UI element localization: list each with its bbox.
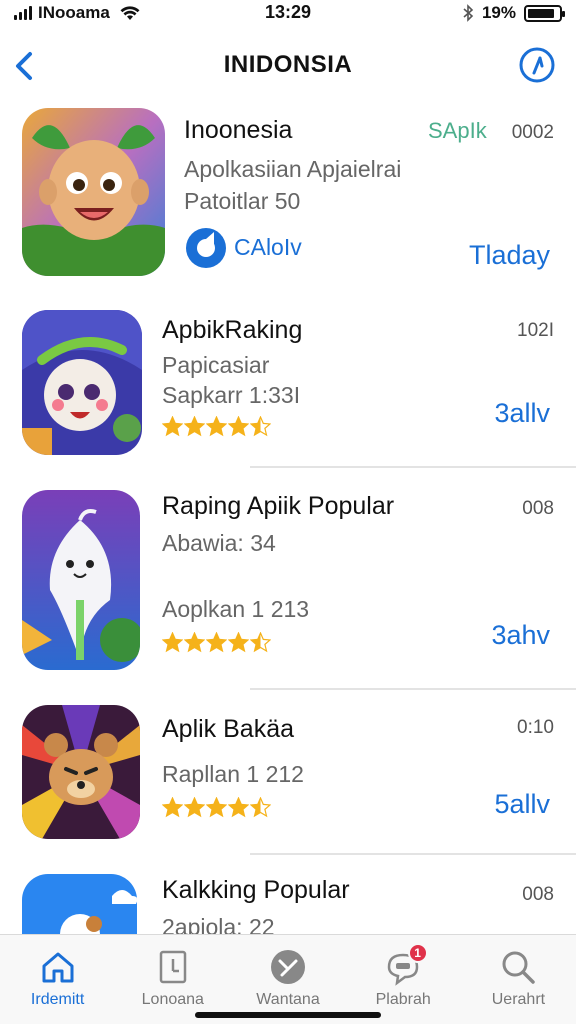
list-item[interactable]: Aplik Bakäa 0:10 Rapllan 1 212 5allv	[0, 705, 576, 840]
status-bar: INooama 13:29 19%	[0, 0, 576, 26]
get-button[interactable]: Tladay	[469, 240, 550, 271]
star-icon	[184, 797, 205, 818]
search-icon	[502, 951, 536, 984]
app-name: Raping Apiik Popular	[162, 492, 395, 520]
tab-updates[interactable]: 1 Plabrah	[346, 935, 461, 1024]
get-button[interactable]: 5allv	[494, 789, 550, 820]
updates-badge: 1	[407, 943, 428, 963]
tab-games[interactable]: Wantana	[230, 935, 345, 1024]
list-item[interactable]: Raping Apiik Popular 008 Abawia: 34 Aopl…	[0, 490, 576, 670]
featured-app-badge: SApIk	[428, 118, 487, 143]
developer-logo-icon	[186, 228, 226, 268]
star-icon	[250, 797, 271, 818]
app-icon[interactable]	[22, 310, 142, 455]
star-icon	[206, 632, 227, 653]
app-meta: Aoplkan 1 213	[162, 596, 310, 622]
developer-label[interactable]: CAloIv	[234, 234, 302, 261]
tab-label: Uerahrt	[491, 991, 546, 1008]
tab-label: Plabrah	[375, 991, 431, 1008]
cloud-mascot-icon	[22, 874, 137, 934]
app-count: 102I	[517, 320, 554, 341]
carrier-label: INooama	[38, 3, 110, 22]
tab-apps[interactable]: Lonoana	[115, 935, 230, 1024]
bear-mascot-icon	[22, 705, 140, 839]
app-subtitle: Abawia: 34	[162, 530, 276, 556]
app-meta: Sapkarr 1:33I	[162, 382, 301, 408]
divider	[250, 466, 576, 468]
status-right: 19%	[462, 3, 565, 23]
app-subtitle: 2apiola: 22	[162, 914, 275, 934]
nav-bar: INIDONSIA	[0, 36, 576, 94]
featured-app-meta: Patoitlar 50	[184, 188, 301, 214]
app-icon[interactable]	[22, 874, 137, 934]
divider	[250, 853, 576, 855]
star-icon	[162, 797, 183, 818]
app-name: Kalkking Popular	[162, 876, 350, 904]
app-name: ApbikRaking	[162, 316, 303, 344]
star-icon	[162, 632, 183, 653]
rating-stars	[162, 416, 271, 437]
list-item[interactable]: ApbikRaking 102I Papicasiar Sapkarr 1:33…	[0, 310, 576, 460]
tab-bar: Irdemitt Lonoana Wantana 1 Plabrah Uerah…	[0, 934, 576, 1024]
battery-percent: 19%	[481, 3, 516, 22]
rating-stars	[162, 797, 271, 818]
bluetooth-icon	[463, 4, 474, 22]
chevron-left-icon[interactable]	[10, 46, 40, 86]
tab-search[interactable]: Uerahrt	[461, 935, 576, 1024]
signal-icon	[14, 6, 32, 20]
compass-icon[interactable]	[518, 46, 556, 84]
app-count: 008	[522, 884, 554, 905]
tab-home[interactable]: Irdemitt	[0, 935, 115, 1024]
star-icon	[250, 632, 271, 653]
get-button[interactable]: 3allv	[494, 398, 550, 429]
app-count: 008	[522, 498, 554, 519]
divider	[250, 688, 576, 690]
star-icon	[184, 416, 205, 437]
get-button[interactable]: 3ahv	[491, 620, 550, 651]
games-icon	[271, 950, 305, 984]
apps-icon	[159, 950, 187, 984]
home-indicator	[195, 1012, 381, 1018]
tab-label: Wantana	[256, 991, 320, 1008]
star-icon	[250, 416, 271, 437]
star-icon	[206, 797, 227, 818]
featured-app-name: Inoonesia	[184, 116, 293, 144]
app-subtitle: Rapllan 1 212	[162, 761, 304, 787]
star-icon	[228, 797, 249, 818]
featured-app-subtitle: Apolkasiian Apjaielrai	[184, 156, 402, 182]
list-item[interactable]: Kalkking Popular 008 2apiola: 22	[0, 872, 576, 934]
tab-label: Irdemitt	[30, 991, 85, 1008]
mascot-face-icon	[22, 108, 165, 276]
home-icon	[42, 952, 74, 983]
page-title: INIDONSIA	[223, 51, 353, 78]
status-left: INooama	[14, 3, 140, 23]
battery-icon	[524, 4, 565, 22]
featured-app-row[interactable]: Inoonesia SApIk 0002 Apolkasiian Apjaiel…	[0, 108, 576, 283]
ghost-mascot-icon	[22, 490, 140, 670]
app-subtitle: Papicasiar	[162, 352, 270, 378]
star-icon	[162, 416, 183, 437]
rating-stars	[162, 632, 271, 653]
clown-mascot-icon	[22, 310, 142, 455]
wifi-icon	[120, 6, 140, 20]
app-icon[interactable]	[22, 490, 140, 670]
star-icon	[228, 416, 249, 437]
battery-fill	[528, 8, 554, 18]
star-icon	[228, 632, 249, 653]
app-icon[interactable]	[22, 705, 140, 839]
tab-label: Lonoana	[141, 991, 204, 1008]
star-icon	[206, 416, 227, 437]
app-count: 0:10	[517, 717, 554, 738]
star-icon	[184, 632, 205, 653]
featured-app-icon[interactable]	[22, 108, 165, 276]
app-name: Aplik Bakäa	[162, 715, 295, 743]
featured-app-count: 0002	[511, 122, 554, 143]
